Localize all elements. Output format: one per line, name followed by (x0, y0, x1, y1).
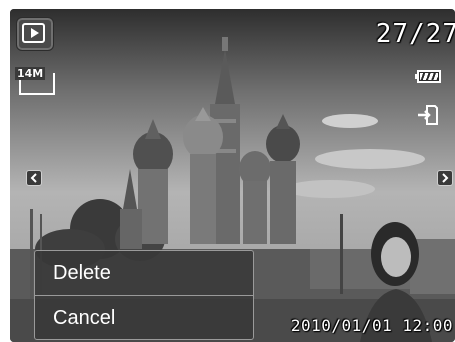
camera-lcd-screen: 27/27 14M Delete Cancel 2010/01/01 12:00 (10, 9, 455, 342)
resolution-icon: 14M (15, 67, 61, 97)
chevron-left-icon[interactable] (26, 170, 42, 186)
cancel-menu-item[interactable]: Cancel (35, 295, 253, 339)
delete-menu: Delete Cancel (34, 250, 254, 340)
play-icon (16, 17, 54, 51)
chevron-right-icon[interactable] (437, 170, 453, 186)
date-time-stamp: 2010/01/01 12:00 (290, 316, 453, 335)
resolution-label: 14M (15, 67, 46, 80)
battery-full-icon (415, 70, 441, 83)
card-transfer-icon (417, 104, 439, 126)
image-counter: 27/27 (375, 19, 455, 49)
delete-menu-item[interactable]: Delete (35, 251, 253, 295)
